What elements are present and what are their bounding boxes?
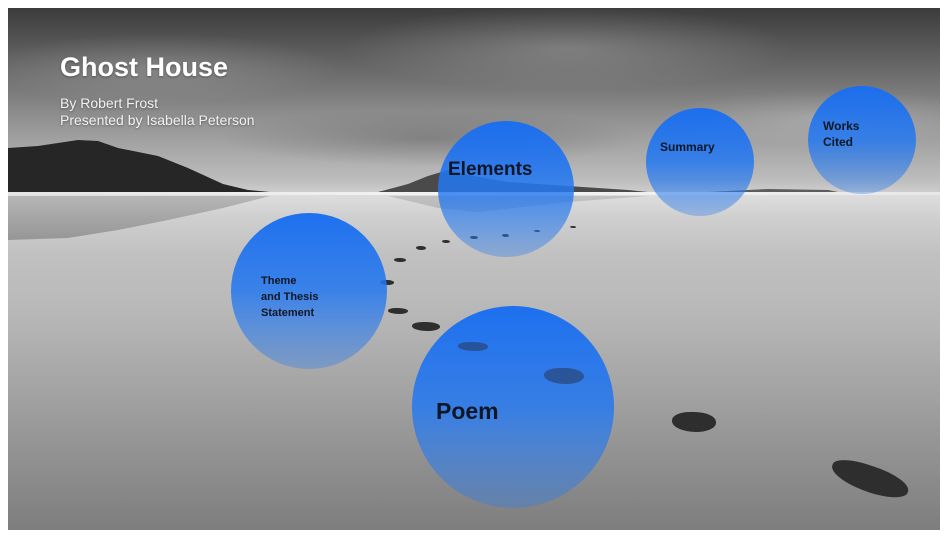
stone — [672, 412, 716, 432]
presentation-canvas: Ghost House By Robert Frost Presented by… — [8, 8, 940, 530]
stone — [416, 246, 426, 250]
topic-bubble-summary[interactable]: Summary — [646, 108, 754, 216]
presenter-line: Presented by Isabella Peterson — [60, 112, 255, 128]
stone — [388, 308, 408, 314]
topic-bubble-works-cited[interactable]: Works Cited — [808, 86, 916, 194]
stone — [458, 342, 488, 351]
topic-bubble-theme-and-thesis[interactable]: Theme and Thesis Statement — [231, 213, 387, 369]
title-block: Ghost House By Robert Frost Presented by… — [60, 52, 255, 129]
topic-bubble-poem[interactable]: Poem — [412, 306, 614, 508]
stone — [544, 368, 584, 384]
presentation-title: Ghost House — [60, 52, 229, 82]
topic-label-theme-and-thesis: Theme and Thesis Statement — [261, 275, 319, 319]
topic-label-elements: Elements — [448, 159, 533, 180]
author-line: By Robert Frost — [60, 95, 159, 111]
stone — [442, 240, 450, 243]
topic-label-summary: Summary — [660, 140, 715, 154]
stone — [570, 226, 576, 228]
topic-label-poem: Poem — [436, 398, 499, 424]
stone — [394, 258, 406, 262]
topic-label-works-cited: Works Cited — [823, 119, 860, 149]
topic-bubble-elements[interactable]: Elements — [438, 121, 574, 257]
stone — [412, 322, 440, 331]
